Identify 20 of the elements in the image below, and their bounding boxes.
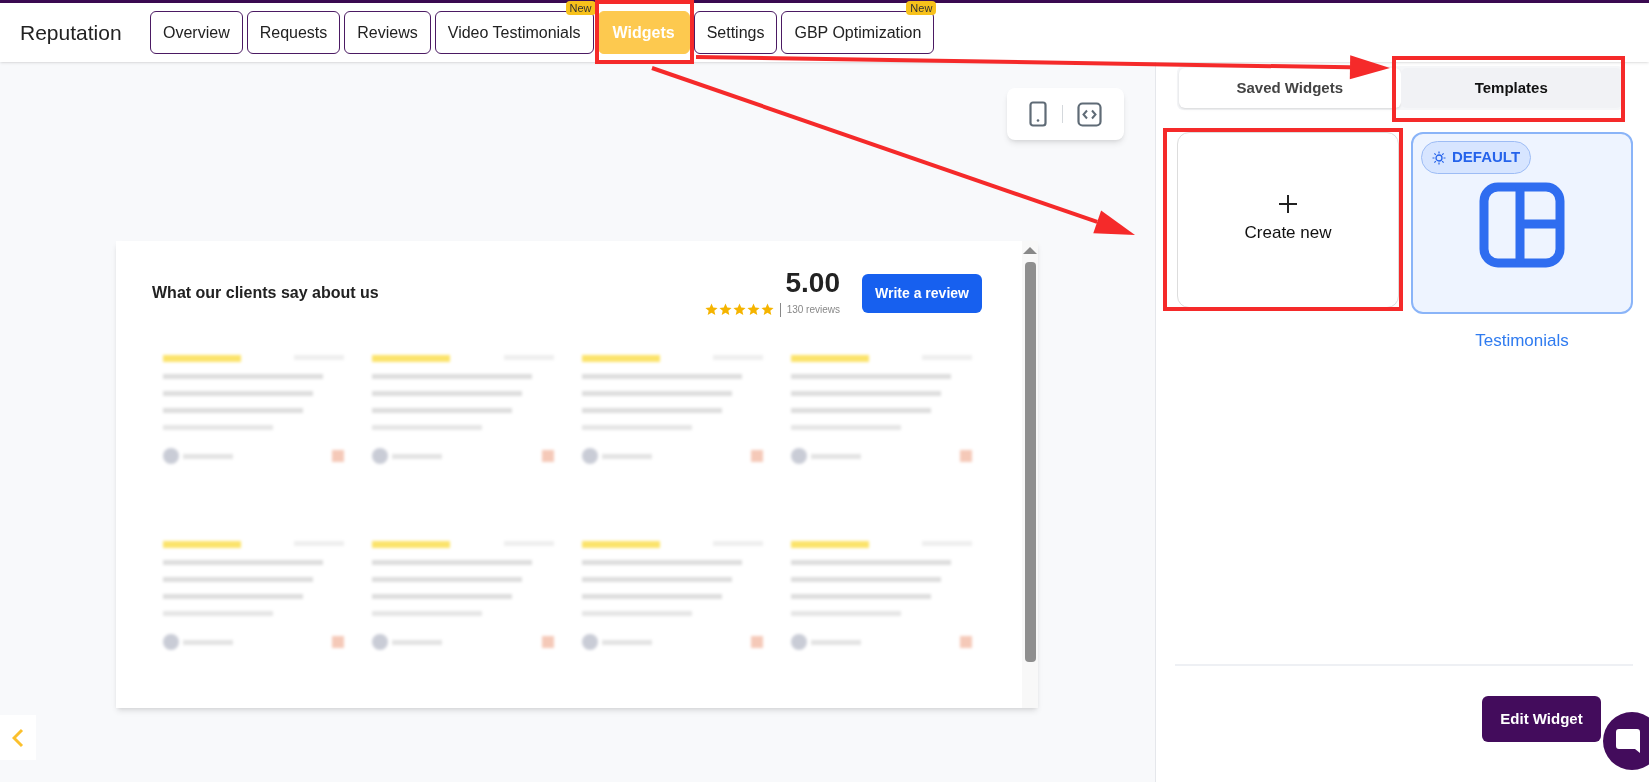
nav-tab[interactable]: Video Testimonials [434,11,594,54]
review-count: 130 reviews [786,303,840,317]
template-card[interactable]: DEFAULT [1411,132,1633,314]
app-title: Reputation [20,19,123,46]
create-new-card[interactable]: Create new [1177,132,1399,308]
panel-tab[interactable]: Saved Widgets [1179,68,1401,108]
widget-title: What our clients say about us [152,283,380,303]
nav-tab[interactable]: GBP Optimization [781,11,935,54]
write-review-button[interactable]: Write a review [862,273,982,313]
rating-value: 5.00 [785,269,840,297]
nav-tab[interactable]: Overview [150,11,243,54]
nav-tab[interactable]: Reviews [344,11,431,54]
nav-tab[interactable]: Requests [246,11,341,54]
panel-tab[interactable]: Templates [1400,68,1622,108]
new-badge: New [906,1,937,15]
nav-tab[interactable]: Settings [693,11,778,54]
template-name[interactable]: Testimonials [1475,328,1569,354]
edit-widget-button[interactable]: Edit Widget [1482,696,1601,742]
new-badge: New [565,1,596,15]
default-badge: DEFAULT [1421,141,1532,174]
